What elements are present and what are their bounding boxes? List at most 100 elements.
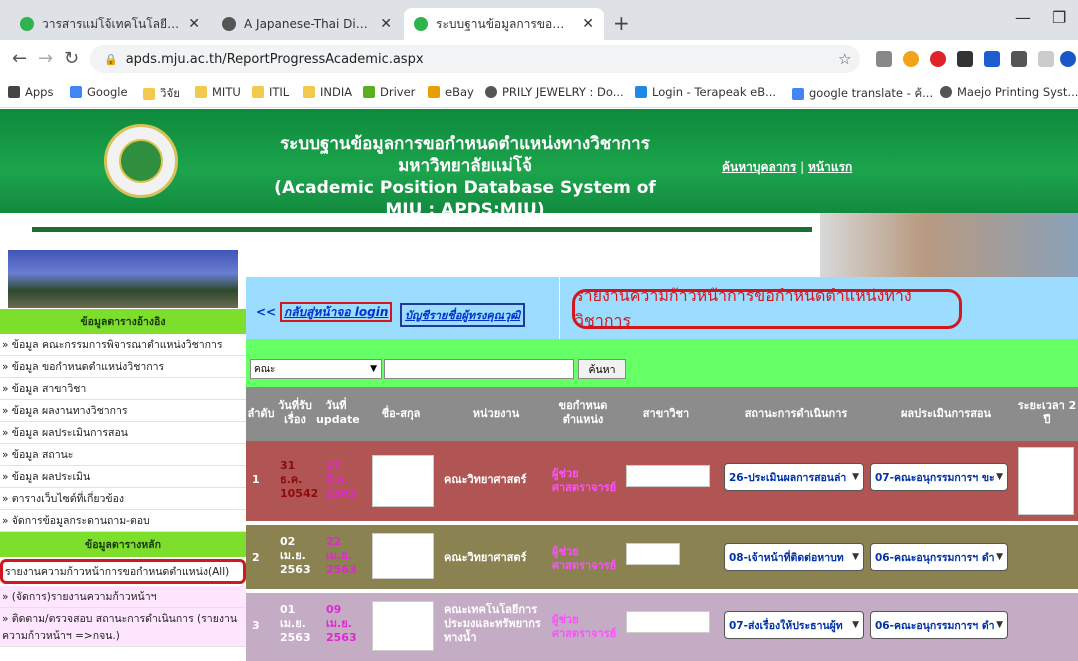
bookmark-terapeak[interactable]: Login - Terapeak eB... [635,85,776,99]
sidebar-item[interactable]: » ข้อมูล ผลประเมิน [0,466,246,488]
back-arrow-icon[interactable]: ← [12,48,27,69]
extension-icon[interactable] [984,51,1000,67]
extension-icon[interactable] [957,51,973,67]
report-title: รายงานความก้าวหน้าการขอกำหนดตำแหน่งทางวิ… [572,286,962,330]
table-row: 2 02 เม.ย. 2563 22 เม.ย. 2563 คณะวิทยาศาสตร์… [246,525,1078,589]
update-date: 22 เม.ย. 2563 [326,535,357,576]
campus-photo [8,250,238,308]
chevron-down-icon: ▼ [852,620,859,630]
bookmarks-bar: Apps Google วิจัย MITU ITIL INDIA Driver… [0,78,1078,108]
bookmark-folder[interactable]: ITIL [252,85,289,99]
campus-photo [820,213,1078,277]
table-row: 1 31 ธ.ค. 10542 27 มี.ค. 2563 คณะวิทยาศาสตร์… [246,441,1078,521]
home-link[interactable]: หน้าแรก [808,160,852,174]
sidebar-item[interactable]: » ตารางเว็บไซต์ที่เกี่ยวข้อง [0,488,246,510]
experts-list-button[interactable]: บัญชีรายชื่อผู้ทรงคุณวุฒิ [400,303,526,327]
university-logo [104,124,178,198]
site-title: ระบบฐานข้อมูลการขอกำหนดตำแหน่งทางวิชาการ… [274,134,656,220]
faculty-select[interactable]: คณะ ▼ [250,359,382,379]
sidebar-item-progress-report[interactable]: รายงานความก้าวหน้าการขอกำหนดตำแหน่ง(All) [0,559,246,584]
browser-tab-3-active[interactable]: ระบบฐานข้อมูลการขอกำหนดตำแหน่ง ✕ [404,8,604,40]
position-requested: ผู้ช่วย ศาสตราจารย์ [552,545,617,572]
redacted-name [372,601,434,651]
received-date: 31 ธ.ค. 10542 [280,459,319,500]
bookmark-ebay[interactable]: eBay [428,85,474,99]
close-icon[interactable]: ✕ [582,16,594,32]
report-header-bar: << กลับสู่หน้าจอ login บัญชีรายชื่อผู้ทร… [246,277,1078,339]
globe-icon [940,86,952,98]
browser-toolbar: ← → ↻ 🔒 apds.mju.ac.th/ReportProgressAca… [0,40,1078,78]
extension-icon[interactable] [876,51,892,67]
sidebar-item[interactable]: » (จัดการ)รายงานความก้าวหน้าฯ [0,586,246,608]
site-header: ระบบฐานข้อมูลการขอกำหนดตำแหน่งทางวิชาการ… [0,109,1078,220]
new-tab-button[interactable]: + [613,11,630,35]
received-date: 01 เม.ย. 2563 [280,603,311,644]
position-requested: ผู้ช่วย ศาสตราจารย์ [552,613,617,640]
chevron-down-icon: ▼ [370,364,377,374]
sidebar-item[interactable]: » ข้อมูล คณะกรรมการพิจารณาตำแหน่งวิชาการ [0,334,246,356]
update-date: 09 เม.ย. 2563 [326,603,357,644]
site-favicon-icon [414,17,428,31]
redacted-name [372,455,434,507]
extension-icon[interactable] [903,51,919,67]
star-icon[interactable]: ☆ [838,50,851,68]
folder-icon [143,88,155,100]
restore-icon[interactable]: ❐ [1052,8,1066,27]
bookmark-driver[interactable]: Driver [363,85,415,99]
close-icon[interactable]: ✕ [188,16,200,32]
extension-icon[interactable] [1011,51,1027,67]
browser-tab-1[interactable]: วารสารแม่โจ้เทคโนโลยีสารสนเทศ MAE ✕ [10,8,210,40]
bookmark-apps[interactable]: Apps [8,85,53,99]
minimize-icon[interactable]: — [1015,8,1031,27]
teaching-eval-select[interactable]: 06-คณะอนุกรรมการฯ ดำ ▼ [870,611,1008,639]
close-icon[interactable]: ✕ [380,16,392,32]
sidebar: ข้อมูลตารางอ้างอิง » ข้อมูล คณะกรรมการพิ… [0,309,246,661]
sidebar-item[interactable]: » ข้อมูล สถานะ [0,444,246,466]
forward-arrow-icon[interactable]: → [38,48,53,69]
status-select[interactable]: 08-เจ้าหน้าที่ติดต่อหาบท ▼ [724,543,864,571]
url-text: apds.mju.ac.th/ReportProgressAcademic.as… [125,51,424,67]
search-staff-link[interactable]: ค้นหาบุคลากร [722,160,796,174]
terapeak-icon [635,86,647,98]
search-input[interactable] [384,359,574,379]
redacted-field [626,543,680,565]
extension-icon[interactable] [1038,51,1054,67]
extension-icon[interactable] [930,51,946,67]
bookmark-maejo[interactable]: Maejo Printing Syst... [940,85,1078,99]
reload-icon[interactable]: ↻ [64,48,79,69]
status-select[interactable]: 07-ส่งเรื่องให้ประธานผู้ท ▼ [724,611,864,639]
sidebar-item[interactable]: » ข้อมูล สาขาวิชา [0,378,246,400]
sidebar-heading: ข้อมูลตารางหลัก [0,532,246,557]
bookmark-google[interactable]: Google [70,85,128,99]
back-to-login-button[interactable]: << กลับสู่หน้าจอ login [256,302,393,322]
update-date: 27 มี.ค. 2563 [326,459,357,500]
divider [559,277,560,339]
redacted-name [372,533,434,579]
sidebar-item[interactable]: » ติดตาม/ตรวจสอบ สถานะการดำเนินการ (รายง… [0,608,246,647]
sidebar-item[interactable]: » จัดการข้อมูลกระดานถาม-ตอบ [0,510,246,532]
bookmark-translate[interactable]: google translate - ค้... [792,85,933,103]
bookmark-folder[interactable]: INDIA [303,85,352,99]
search-button[interactable]: ค้นหา [578,359,626,379]
sidebar-item[interactable]: » ข้อมูล ขอกำหนดตำแหน่งวิชาการ [0,356,246,378]
teaching-eval-select[interactable]: 06-คณะอนุกรรมการฯ ดำ ▼ [870,543,1008,571]
sidebar-item[interactable]: » ข้อมูล ผลประเมินการสอน [0,422,246,444]
teaching-eval-select[interactable]: 07-คณะอนุกรรมการฯ ขะ ▼ [870,463,1008,491]
bookmark-prily[interactable]: PRILY JEWELRY : Do... [485,85,624,99]
folder-icon [195,86,207,98]
profile-avatar[interactable] [1060,51,1076,67]
two-year-period [1018,447,1074,515]
ebay-icon [428,86,440,98]
chevron-down-icon: ▼ [852,552,859,562]
sidebar-item[interactable]: » ข้อมูล ผลงานทางวิชาการ [0,400,246,422]
folder-icon [303,86,315,98]
apps-grid-icon [8,86,20,98]
browser-tab-2[interactable]: A Japanese-Thai Dictionary Progr ✕ [212,8,402,40]
status-select[interactable]: 26-ประเมินผลการสอนล่า ▼ [724,463,864,491]
address-bar[interactable]: 🔒 apds.mju.ac.th/ReportProgressAcademic.… [90,45,860,73]
bookmark-folder[interactable]: วิจัย [143,85,180,103]
bookmark-folder[interactable]: MITU [195,85,241,99]
position-requested: ผู้ช่วย ศาสตราจารย์ [552,467,617,494]
banner-divider [32,227,812,232]
tab-title: ระบบฐานข้อมูลการขอกำหนดตำแหน่ง [436,16,576,31]
